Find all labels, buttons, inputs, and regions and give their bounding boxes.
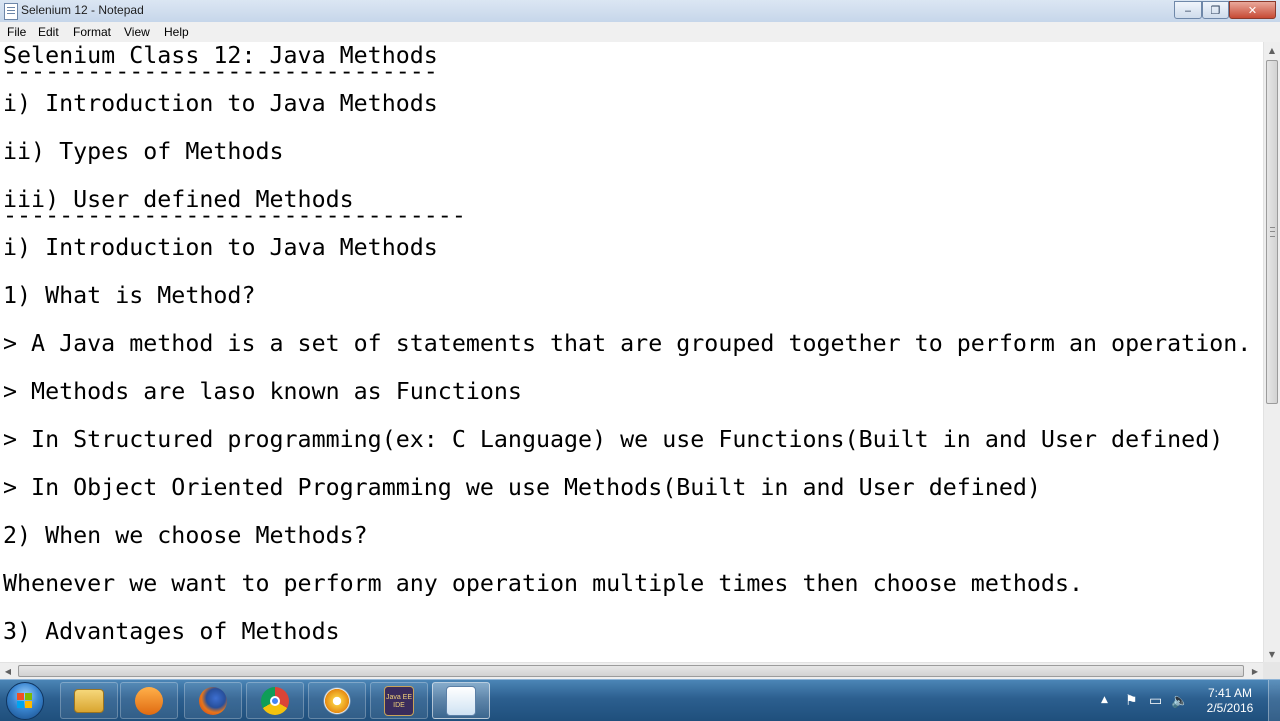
- text-line: i) Introduction to Java Methods: [3, 234, 438, 261]
- system-clock[interactable]: 7:41 AM 2/5/2016: [1196, 686, 1264, 716]
- notepad-icon: [446, 685, 476, 716]
- scroll-down-arrow-icon[interactable]: ▼: [1264, 646, 1280, 662]
- window-title: Selenium 12 - Notepad: [21, 3, 144, 17]
- taskbar-flower-app-button[interactable]: [308, 682, 366, 719]
- text-line: > Methods are laso known as Functions: [3, 378, 522, 405]
- taskbar-notepad-button[interactable]: [432, 682, 490, 719]
- java-ee-ide-label: Java EE IDE: [385, 693, 413, 709]
- clock-time: 7:41 AM: [1207, 686, 1253, 700]
- taskbar-media-player-button[interactable]: [120, 682, 178, 719]
- taskbar-firefox-button[interactable]: [184, 682, 242, 719]
- menu-help[interactable]: Help: [164, 25, 189, 39]
- text-line: i) Introduction to Java Methods: [3, 90, 438, 117]
- close-icon: ✕: [1247, 3, 1258, 17]
- taskbar: Java EE IDE ▲ ⚑ ▭ 🔈 7:41 AM 2/5/2016: [0, 679, 1280, 721]
- firefox-icon: [199, 686, 227, 715]
- taskbar-java-ee-ide-button[interactable]: Java EE IDE: [370, 682, 428, 719]
- text-line: Whenever we want to perform any operatio…: [3, 570, 1083, 597]
- clock-date: 2/5/2016: [1206, 701, 1254, 715]
- show-desktop-button[interactable]: [1268, 680, 1280, 721]
- text-editor[interactable]: Selenium Class 12: Java Methods --------…: [0, 42, 1263, 662]
- menu-edit[interactable]: Edit: [38, 25, 59, 39]
- title-bar[interactable]: Selenium 12 - Notepad ‒ ❐ ✕: [0, 0, 1280, 23]
- scroll-left-arrow-icon[interactable]: ◀: [0, 663, 16, 679]
- text-line: > In Structured programming(ex: C Langua…: [3, 426, 1224, 453]
- scroll-up-arrow-icon[interactable]: ▲: [1264, 42, 1280, 58]
- text-line: -------------------------------: [3, 58, 438, 85]
- action-center-flag-icon[interactable]: ⚑: [1125, 693, 1138, 709]
- menu-view[interactable]: View: [124, 25, 150, 39]
- vertical-scroll-thumb[interactable]: [1266, 60, 1278, 404]
- text-line: 2) When we choose Methods?: [3, 522, 368, 549]
- text-line: 3) Advantages of Methods: [3, 618, 340, 645]
- media-player-icon: [135, 686, 163, 715]
- scroll-right-arrow-icon[interactable]: ▶: [1247, 663, 1263, 679]
- minimize-button[interactable]: ‒: [1174, 1, 1202, 19]
- network-icon[interactable]: ▭: [1149, 693, 1162, 709]
- menu-bar: File Edit Format View Help: [0, 22, 1280, 43]
- windows-logo-icon: [17, 693, 33, 709]
- maximize-button[interactable]: ❐: [1202, 1, 1229, 19]
- start-button[interactable]: [6, 682, 44, 720]
- scrollbar-corner: [1263, 662, 1280, 679]
- chrome-icon: [261, 686, 289, 715]
- horizontal-scroll-thumb[interactable]: [18, 665, 1244, 677]
- text-line: > In Object Oriented Programming we use …: [3, 474, 1041, 501]
- flower-app-icon: [323, 686, 351, 715]
- horizontal-scrollbar[interactable]: ◀ ▶: [0, 662, 1263, 679]
- text-line: ---------------------------------: [3, 202, 466, 229]
- close-button[interactable]: ✕: [1229, 1, 1276, 19]
- menu-format[interactable]: Format: [73, 25, 111, 39]
- show-hidden-icons-icon[interactable]: ▲: [1101, 695, 1108, 705]
- explorer-icon: [74, 688, 104, 713]
- text-line: > A Java method is a set of statements t…: [3, 330, 1252, 357]
- minimize-icon: ‒: [1184, 3, 1192, 17]
- java-ee-ide-icon: Java EE IDE: [384, 685, 414, 716]
- taskbar-explorer-button[interactable]: [60, 682, 118, 719]
- menu-file[interactable]: File: [7, 25, 26, 39]
- vertical-scrollbar[interactable]: ▲ ▼: [1263, 42, 1280, 662]
- volume-icon[interactable]: 🔈: [1171, 693, 1188, 709]
- text-line: ii) Types of Methods: [3, 138, 284, 165]
- scroll-grip-icon: [1270, 227, 1275, 237]
- notepad-app-icon[interactable]: [4, 3, 18, 20]
- restore-icon: ❐: [1210, 3, 1221, 17]
- taskbar-chrome-button[interactable]: [246, 682, 304, 719]
- text-line: 1) What is Method?: [3, 282, 256, 309]
